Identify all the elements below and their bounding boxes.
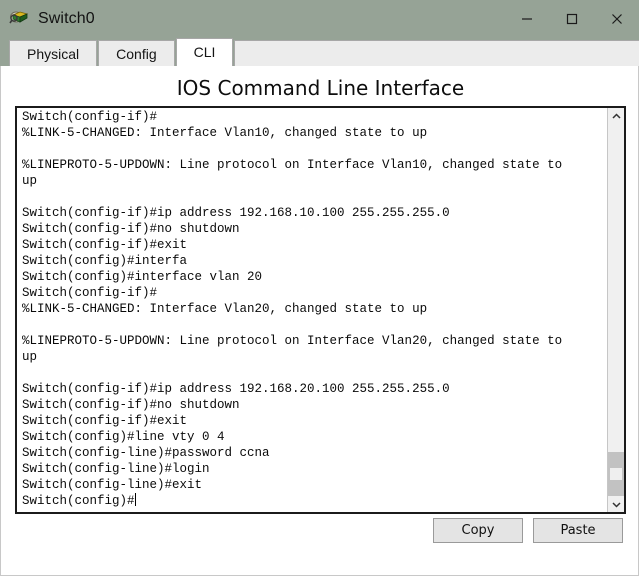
terminal-line: up — [22, 350, 38, 364]
chevron-down-icon[interactable] — [608, 496, 624, 512]
page-title: IOS Command Line Interface — [176, 76, 465, 100]
terminal-line: %LINK-5-CHANGED: Interface Vlan20, chang… — [22, 302, 428, 316]
maximize-icon[interactable] — [549, 0, 594, 38]
window-title: Switch0 — [38, 10, 95, 27]
packet-tracer-switch-icon — [9, 8, 31, 30]
terminal-scrollbar[interactable] — [607, 108, 624, 512]
terminal-line: Switch(config-if)#no shutdown — [22, 398, 240, 412]
terminal-line: Switch(config-line)#login — [22, 462, 210, 476]
terminal-line: Switch(config-if)# — [22, 110, 158, 124]
terminal-line: Switch(config-if)#no shutdown — [22, 222, 240, 236]
minimize-icon[interactable] — [504, 0, 549, 38]
title-bar: Switch0 — [0, 0, 639, 38]
terminal-output: Switch(config-if)# %LINK-5-CHANGED: Inter… — [22, 109, 600, 509]
terminal-line: Switch(config-line)#exit — [22, 478, 203, 492]
terminal-line: Switch(config)#interface vlan 20 — [22, 270, 263, 284]
terminal-line: Switch(config)#line vty 0 4 — [22, 430, 225, 444]
tab-cli[interactable]: CLI — [175, 38, 234, 66]
copy-button[interactable]: Copy — [433, 518, 523, 543]
terminal-line: Switch(config-if)#exit — [22, 238, 188, 252]
cli-terminal[interactable]: Switch(config-if)# %LINK-5-CHANGED: Inter… — [15, 106, 626, 514]
tab-config[interactable]: Config — [98, 40, 175, 66]
terminal-line: Switch(config-if)#exit — [22, 414, 188, 428]
terminal-prompt-line: Switch(config)# — [22, 493, 600, 509]
paste-button[interactable]: Paste — [533, 518, 623, 543]
tab-strip-filler — [234, 40, 639, 66]
window-controls — [504, 0, 639, 38]
terminal-line: up — [22, 174, 38, 188]
terminal-prompt: Switch(config)# — [22, 494, 135, 508]
scrollbar-thumb-grip — [610, 468, 622, 480]
terminal-line: Switch(config-if)#ip address 192.168.20.… — [22, 382, 450, 396]
text-caret — [134, 493, 136, 506]
terminal-line: Switch(config-if)#ip address 192.168.10.… — [22, 206, 450, 220]
terminal-line: %LINEPROTO-5-UPDOWN: Line protocol on In… — [22, 158, 563, 172]
terminal-line: Switch(config)#interfa — [22, 254, 188, 268]
terminal-line: Switch(config-if)# — [22, 286, 158, 300]
chevron-up-icon[interactable] — [608, 108, 624, 124]
tab-bar: Physical Config CLI — [0, 38, 639, 66]
cli-panel: IOS Command Line Interface Switch(config… — [0, 66, 639, 576]
switch-cli-window: Switch0 Physical Config CLI IOS Command … — [0, 0, 639, 576]
close-icon[interactable] — [594, 0, 639, 38]
terminal-line: %LINEPROTO-5-UPDOWN: Line protocol on In… — [22, 334, 563, 348]
terminal-line: %LINK-5-CHANGED: Interface Vlan10, chang… — [22, 126, 428, 140]
terminal-line: Switch(config-line)#password ccna — [22, 446, 270, 460]
tab-physical[interactable]: Physical — [9, 40, 98, 66]
scrollbar-thumb[interactable] — [608, 452, 624, 496]
